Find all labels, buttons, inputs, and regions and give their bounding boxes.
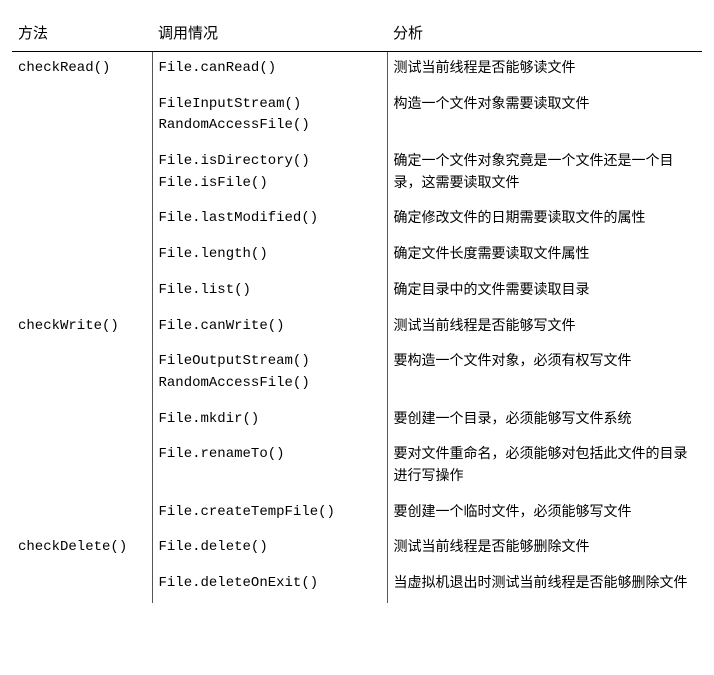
table-row: File.deleteOnExit()当虚拟机退出时测试当前线程是否能够删除文件 bbox=[12, 567, 702, 603]
cell-call: File.renameTo() bbox=[152, 438, 387, 495]
table-row: checkWrite()File.canWrite()测试当前线程是否能够写文件 bbox=[12, 310, 702, 346]
cell-method bbox=[12, 202, 152, 238]
cell-method bbox=[12, 345, 152, 402]
cell-call: File.canRead() bbox=[152, 52, 387, 88]
cell-method: checkRead() bbox=[12, 52, 152, 88]
cell-analysis: 构造一个文件对象需要读取文件 bbox=[387, 88, 702, 145]
header-call: 调用情况 bbox=[152, 18, 387, 52]
cell-method bbox=[12, 438, 152, 495]
cell-analysis: 确定一个文件对象究竟是一个文件还是一个目录，这需要读取文件 bbox=[387, 145, 702, 202]
table-row: checkDelete()File.delete()测试当前线程是否能够删除文件 bbox=[12, 531, 702, 567]
table-row: FileInputStream() RandomAccessFile()构造一个… bbox=[12, 88, 702, 145]
table-row: FileOutputStream() RandomAccessFile()要构造… bbox=[12, 345, 702, 402]
cell-method bbox=[12, 88, 152, 145]
table-row: File.createTempFile()要创建一个临时文件，必须能够写文件 bbox=[12, 496, 702, 532]
cell-call: File.deleteOnExit() bbox=[152, 567, 387, 603]
cell-call: File.delete() bbox=[152, 531, 387, 567]
cell-call: FileOutputStream() RandomAccessFile() bbox=[152, 345, 387, 402]
cell-analysis: 要创建一个目录，必须能够写文件系统 bbox=[387, 403, 702, 439]
cell-call: File.isDirectory() File.isFile() bbox=[152, 145, 387, 202]
table-row: File.isDirectory() File.isFile()确定一个文件对象… bbox=[12, 145, 702, 202]
cell-analysis: 当虚拟机退出时测试当前线程是否能够删除文件 bbox=[387, 567, 702, 603]
cell-method: checkDelete() bbox=[12, 531, 152, 567]
table-row: File.lastModified()确定修改文件的日期需要读取文件的属性 bbox=[12, 202, 702, 238]
cell-analysis: 测试当前线程是否能够写文件 bbox=[387, 310, 702, 346]
table-row: File.renameTo()要对文件重命名，必须能够对包括此文件的目录进行写操… bbox=[12, 438, 702, 495]
cell-analysis: 要对文件重命名，必须能够对包括此文件的目录进行写操作 bbox=[387, 438, 702, 495]
cell-method bbox=[12, 145, 152, 202]
cell-call: File.mkdir() bbox=[152, 403, 387, 439]
cell-method bbox=[12, 496, 152, 532]
cell-method: checkWrite() bbox=[12, 310, 152, 346]
methods-table: 方法 调用情况 分析 checkRead()File.canRead()测试当前… bbox=[12, 18, 702, 603]
cell-analysis: 测试当前线程是否能够读文件 bbox=[387, 52, 702, 88]
cell-method bbox=[12, 567, 152, 603]
cell-call: File.length() bbox=[152, 238, 387, 274]
cell-method bbox=[12, 403, 152, 439]
cell-analysis: 确定目录中的文件需要读取目录 bbox=[387, 274, 702, 310]
cell-method bbox=[12, 274, 152, 310]
cell-call: File.createTempFile() bbox=[152, 496, 387, 532]
table-row: checkRead()File.canRead()测试当前线程是否能够读文件 bbox=[12, 52, 702, 88]
table-row: File.length()确定文件长度需要读取文件属性 bbox=[12, 238, 702, 274]
cell-method bbox=[12, 238, 152, 274]
cell-analysis: 要创建一个临时文件，必须能够写文件 bbox=[387, 496, 702, 532]
cell-analysis: 确定修改文件的日期需要读取文件的属性 bbox=[387, 202, 702, 238]
cell-call: FileInputStream() RandomAccessFile() bbox=[152, 88, 387, 145]
cell-call: File.canWrite() bbox=[152, 310, 387, 346]
cell-call: File.list() bbox=[152, 274, 387, 310]
cell-analysis: 确定文件长度需要读取文件属性 bbox=[387, 238, 702, 274]
cell-analysis: 要构造一个文件对象，必须有权写文件 bbox=[387, 345, 702, 402]
cell-analysis: 测试当前线程是否能够删除文件 bbox=[387, 531, 702, 567]
table-header-row: 方法 调用情况 分析 bbox=[12, 18, 702, 52]
cell-call: File.lastModified() bbox=[152, 202, 387, 238]
header-analysis: 分析 bbox=[387, 18, 702, 52]
table-row: File.list()确定目录中的文件需要读取目录 bbox=[12, 274, 702, 310]
table-row: File.mkdir()要创建一个目录，必须能够写文件系统 bbox=[12, 403, 702, 439]
header-method: 方法 bbox=[12, 18, 152, 52]
